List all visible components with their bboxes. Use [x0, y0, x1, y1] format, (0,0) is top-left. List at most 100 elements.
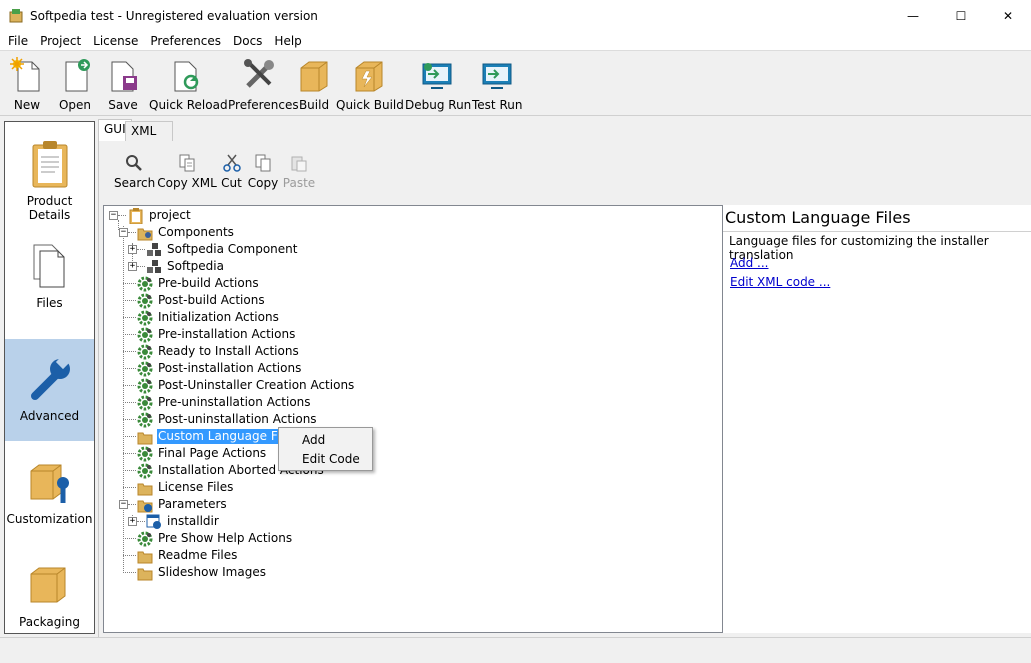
- add-link[interactable]: Add ...: [730, 256, 769, 270]
- title-bar: Softpedia test - Unregistered evaluation…: [0, 0, 1031, 31]
- sidebar-label-customization: Customization: [6, 512, 93, 526]
- tree-node-slideshow-images[interactable]: Slideshow Images: [137, 564, 267, 581]
- tree-node-project[interactable]: project: [128, 207, 192, 224]
- tree-node-components[interactable]: Components: [137, 224, 235, 241]
- close-icon: ✕: [1002, 8, 1014, 23]
- tree-node-license-files[interactable]: License Files: [137, 479, 234, 496]
- copy-button[interactable]: Copy: [247, 152, 279, 192]
- tree-expander-installdir[interactable]: +: [128, 517, 137, 526]
- paste-icon: [291, 156, 307, 172]
- menu-docs[interactable]: Docs: [227, 31, 268, 51]
- minimize-button[interactable]: —: [890, 0, 936, 31]
- tree-node-custom-language-files[interactable]: Custom Language Files: [137, 428, 299, 445]
- package-icon: [30, 567, 65, 603]
- search-label: Search: [114, 176, 156, 190]
- menu-file[interactable]: File: [2, 31, 34, 51]
- preferences-button[interactable]: Preferences: [228, 56, 299, 112]
- search-icon: [126, 155, 142, 171]
- tree-node-action[interactable]: Initialization Actions: [137, 309, 280, 326]
- wrench-icon: [30, 354, 70, 400]
- gear-icon: [137, 412, 153, 427]
- copy-xml-button[interactable]: Copy XML: [157, 152, 217, 192]
- status-bar: [0, 637, 1031, 663]
- tree-node-action[interactable]: Pre-uninstallation Actions: [137, 394, 312, 411]
- minimize-icon: —: [907, 8, 919, 23]
- menu-project[interactable]: Project: [34, 31, 87, 51]
- sidebar-item-advanced[interactable]: Advanced: [5, 339, 94, 441]
- tree-label: Pre-build Actions: [158, 276, 259, 290]
- tree-node-parameters[interactable]: Parameters: [137, 496, 228, 513]
- tree-label: Ready to Install Actions: [158, 344, 299, 358]
- tree-node-component[interactable]: Softpedia Component: [146, 241, 298, 258]
- open-button[interactable]: Open: [54, 56, 96, 112]
- menu-help[interactable]: Help: [268, 31, 307, 51]
- tree-node-action[interactable]: Post-build Actions: [137, 292, 266, 309]
- tree-label: Pre Show Help Actions: [158, 531, 293, 545]
- save-icon: [111, 61, 137, 92]
- sidebar-item-files[interactable]: Files: [5, 226, 94, 328]
- save-button[interactable]: Save: [103, 56, 143, 112]
- folder-icon: [137, 483, 153, 495]
- folder-icon: [137, 551, 153, 563]
- debug-run-button[interactable]: Debug Run: [405, 56, 471, 112]
- tree-label: Post-uninstallation Actions: [158, 412, 317, 426]
- info-title: Custom Language Files: [725, 208, 911, 227]
- sidebar-item-product-details[interactable]: Product Details: [5, 124, 94, 226]
- tab-xml-editor[interactable]: XML Editor: [125, 121, 173, 156]
- tree-label: installdir: [167, 514, 219, 528]
- clipboard-icon: [129, 207, 143, 224]
- tree-node-action[interactable]: Post-installation Actions: [137, 360, 302, 377]
- search-button[interactable]: Search: [114, 152, 156, 192]
- tree-label: Parameters: [158, 497, 227, 511]
- context-menu: Add Edit Code: [278, 427, 373, 471]
- close-button[interactable]: ✕: [985, 0, 1031, 31]
- quick-box-icon: [355, 61, 383, 92]
- tree-node-action[interactable]: Post-Uninstaller Creation Actions: [137, 377, 355, 394]
- tree-node-action[interactable]: Post-uninstallation Actions: [137, 411, 318, 428]
- tree-label: project: [149, 208, 191, 222]
- paste-button[interactable]: Paste: [282, 152, 316, 192]
- tree-expander-components[interactable]: −: [119, 228, 128, 237]
- context-menu-edit-code[interactable]: Edit Code: [302, 452, 360, 466]
- box-icon: [300, 61, 328, 92]
- tree-node-action[interactable]: Pre-installation Actions: [137, 326, 296, 343]
- tree-node-component[interactable]: Softpedia: [146, 258, 225, 275]
- cut-button[interactable]: Cut: [219, 152, 244, 192]
- sidebar-item-customization[interactable]: Customization: [5, 442, 94, 544]
- paste-label: Paste: [282, 176, 316, 190]
- tree-label: Final Page Actions: [158, 446, 267, 460]
- edit-xml-code-link[interactable]: Edit XML code ...: [730, 275, 830, 289]
- new-label: New: [13, 98, 41, 112]
- sidebar-label-packaging: Packaging: [19, 615, 80, 629]
- build-button[interactable]: Build: [296, 56, 332, 112]
- test-run-label: Test Run: [472, 98, 523, 112]
- maximize-button[interactable]: ☐: [938, 0, 984, 31]
- test-run-button[interactable]: Test Run: [472, 56, 522, 112]
- gear-icon: [137, 276, 153, 291]
- folder-icon: [137, 568, 153, 580]
- tree-expander-component[interactable]: +: [128, 245, 137, 254]
- sidebar-item-packaging[interactable]: Packaging: [5, 545, 94, 647]
- maximize-icon: ☐: [955, 8, 967, 23]
- quick-build-button[interactable]: Quick Build: [336, 56, 404, 112]
- tree-node-action[interactable]: Pre Show Help Actions: [137, 530, 293, 547]
- menu-license[interactable]: License: [87, 31, 144, 51]
- parameter-icon: [146, 514, 161, 529]
- tree-expander-component[interactable]: +: [128, 262, 137, 271]
- tree-expander-parameters[interactable]: −: [119, 500, 128, 509]
- tree-expander-project[interactable]: −: [109, 211, 118, 220]
- menu-preferences[interactable]: Preferences: [144, 31, 227, 51]
- tree-label: Pre-uninstallation Actions: [158, 395, 311, 409]
- app-icon: [9, 8, 23, 23]
- quick-reload-button[interactable]: Quick Reload: [149, 56, 228, 112]
- tree-node-readme-files[interactable]: Readme Files: [137, 547, 238, 564]
- tree-node-installdir[interactable]: installdir: [146, 513, 220, 530]
- tree-node-action[interactable]: Ready to Install Actions: [137, 343, 300, 360]
- tree-node-action[interactable]: Final Page Actions: [137, 445, 267, 462]
- project-tree[interactable]: − project − Components + Softpedia Compo…: [103, 205, 723, 633]
- context-menu-add[interactable]: Add: [302, 433, 325, 447]
- tree-node-action[interactable]: Pre-build Actions: [137, 275, 260, 292]
- gear-icon: [137, 395, 153, 410]
- reload-icon: [174, 61, 199, 92]
- new-button[interactable]: New: [6, 56, 48, 112]
